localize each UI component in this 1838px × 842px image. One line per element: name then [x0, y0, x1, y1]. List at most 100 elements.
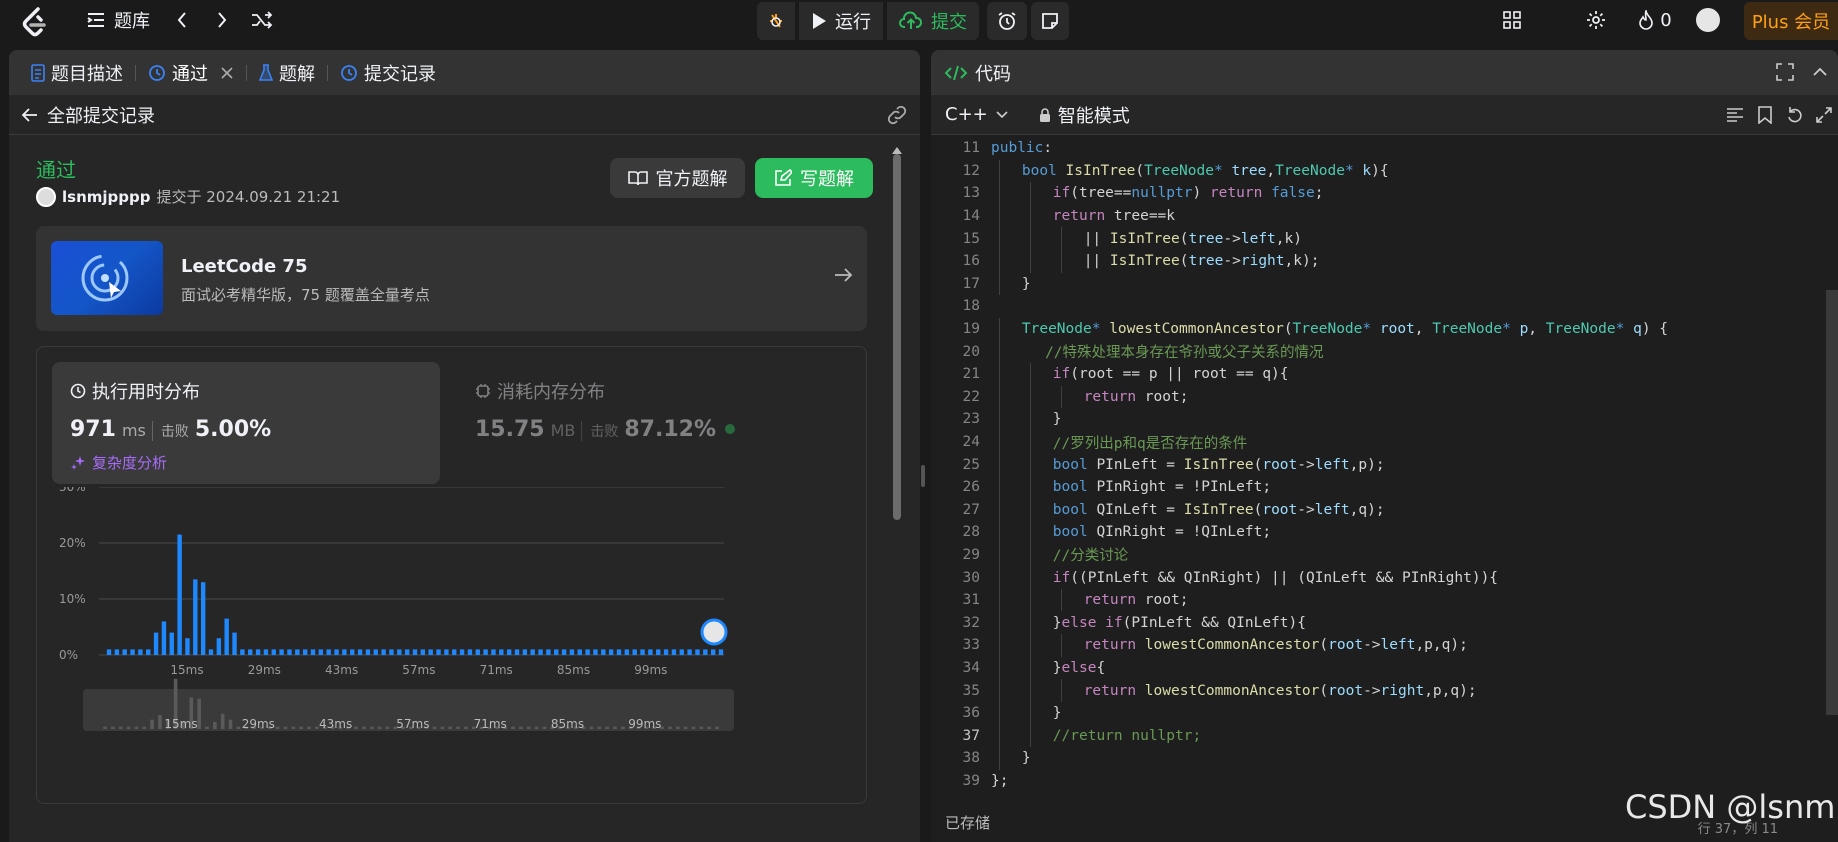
code-line[interactable]: 22 return root; — [931, 385, 1838, 409]
overview-bar — [213, 722, 217, 729]
code-line[interactable]: 26 bool PInRight = !PInLeft; — [931, 475, 1838, 499]
code-line[interactable]: 23} — [931, 408, 1838, 431]
runtime-beat-value: 5.00% — [194, 417, 272, 442]
next-problem-button[interactable] — [208, 2, 236, 38]
runtime-distribution-card[interactable]: 执行用时分布 971 ms 击败 5.00% 复杂度分析 — [52, 362, 440, 484]
reset-icon[interactable] — [1786, 106, 1804, 124]
code-line[interactable]: 32}else if(PInLeft && QInLeft){ — [931, 611, 1838, 635]
submit-label: 提交 — [931, 12, 967, 33]
chevron-up-icon[interactable] — [1812, 67, 1828, 77]
complexity-analysis-link[interactable]: 复杂度分析 — [70, 452, 167, 473]
tab-accepted[interactable]: 通过 — [140, 50, 242, 95]
code-line[interactable]: 11 public: — [931, 137, 1838, 160]
code-line[interactable]: 18 — [931, 295, 1838, 318]
code-line[interactable]: 31 return root; — [931, 588, 1838, 612]
leetcode-logo-icon[interactable] — [20, 6, 50, 42]
code-line[interactable]: 27 bool QInLeft = IsInTree(root->left,q); — [931, 498, 1838, 522]
code-line[interactable]: 35 return lowestCommonAncestor(root->righ… — [931, 679, 1838, 702]
code-line[interactable]: 30 if((PInLeft && QInRight) || (QInLeft &… — [931, 566, 1838, 589]
language-selector[interactable]: C++ — [945, 104, 1008, 125]
prev-problem-button[interactable] — [168, 2, 196, 38]
link-icon[interactable] — [886, 105, 908, 125]
overview-bar — [354, 726, 358, 729]
code-line[interactable]: 21 if(root == p || root == q){ — [931, 362, 1838, 386]
runtime-bar — [538, 649, 543, 655]
write-solution-button[interactable]: 写题解 — [755, 158, 873, 198]
random-problem-button[interactable] — [248, 2, 276, 38]
memory-beat-value: 87.12% — [624, 417, 717, 442]
settings-button[interactable] — [1582, 2, 1610, 38]
layout-button[interactable] — [1498, 2, 1526, 38]
official-solution-button[interactable]: 官方题解 — [610, 158, 745, 198]
submit-button[interactable]: 提交 — [887, 2, 979, 40]
x-tick-label: 15ms — [170, 663, 203, 677]
line-number: 37 — [962, 727, 980, 744]
close-icon[interactable] — [220, 66, 234, 80]
avatar[interactable] — [36, 186, 56, 207]
indent-guide — [1029, 701, 1031, 725]
editor-scrollbar[interactable] — [1826, 290, 1838, 715]
code-line[interactable]: 29 //分类讨论 — [931, 543, 1838, 567]
overview-bar — [228, 719, 233, 729]
code-token: ( — [1283, 321, 1293, 338]
streak-counter[interactable]: 0 — [1632, 2, 1678, 38]
smart-mode-toggle[interactable]: 智能模式 — [1038, 102, 1130, 128]
left-scrollbar[interactable] — [891, 140, 903, 840]
code-token: QInLeft = — [1096, 501, 1184, 518]
format-icon[interactable] — [1726, 107, 1744, 123]
overview-bar — [699, 726, 704, 729]
code-line[interactable]: 13 if(tree==nullptr) return false; — [931, 182, 1838, 205]
timer-button[interactable] — [987, 2, 1027, 40]
indent-guide — [999, 498, 1000, 522]
problem-bank-label: 题库 — [114, 11, 150, 32]
code-editor[interactable]: 11 public: 12 bool IsInTree(TreeNode* tree,… — [931, 137, 1838, 817]
code-line[interactable]: 38} — [931, 747, 1838, 770]
code-line[interactable]: 19 TreeNode* lowestCommonAncestor(TreeNod… — [931, 317, 1838, 341]
tab-description[interactable]: 题目描述 — [23, 50, 131, 95]
problem-bank-button[interactable]: 题库 — [78, 2, 158, 38]
code-text: //罗列出p和q是否存在的条件 — [1053, 432, 1247, 453]
run-button[interactable]: 运行 — [799, 2, 883, 40]
tab-solutions[interactable]: 题解 — [251, 50, 323, 95]
leetcode75-promo-card[interactable]: LeetCode 75 面试必考精华版，75 题覆盖全量考点 — [36, 226, 867, 331]
code-line[interactable]: 24 //罗列出p和q是否存在的条件 — [931, 430, 1838, 454]
notes-button[interactable] — [1031, 2, 1069, 40]
line-number: 38 — [962, 750, 980, 767]
code-line[interactable]: 17} — [931, 272, 1838, 296]
runtime-distribution-chart[interactable]: 30% 20% 10% 0% 15ms 29ms 43ms 57ms 71ms 85ms 99ms 1… — [37, 487, 868, 807]
plus-membership-button[interactable]: Plus 会员 — [1744, 2, 1838, 40]
code-text: //分类讨论 — [1053, 544, 1128, 565]
left-tab-bar: 题目描述 通过 题解 提交记录 — [9, 50, 920, 95]
debug-button[interactable] — [757, 2, 795, 40]
code-token: root — [1262, 501, 1298, 518]
code-line[interactable]: 15 || IsInTree(tree->left,k) — [931, 227, 1838, 250]
bookmark-icon[interactable] — [1758, 106, 1772, 124]
memory-distribution-card[interactable]: 消耗内存分布 15.75 MB 击败 87.12% — [457, 362, 845, 484]
code-line[interactable]: 28 bool QInRight = !QInLeft; — [931, 521, 1838, 544]
code-token: IsInTree — [1109, 230, 1180, 247]
code-line[interactable]: 25 bool PInLeft = IsInTree(root->left,p); — [931, 453, 1838, 476]
code-line[interactable]: 33 return lowestCommonAncestor(root->left… — [931, 634, 1838, 657]
code-token: IsInTree — [1109, 253, 1180, 270]
code-line[interactable]: 20 //特殊处理本身存在爷孙或父子关系的情况 — [931, 340, 1838, 363]
code-line[interactable]: 37 //return nullptr; — [931, 724, 1838, 748]
author-name[interactable]: lsnmjpppp — [62, 188, 150, 206]
flame-icon — [1639, 10, 1654, 30]
expand-icon[interactable] — [1816, 107, 1832, 123]
code-line[interactable]: 14 return tree==k — [931, 204, 1838, 228]
user-avatar-button[interactable] — [1694, 2, 1722, 38]
tab-submissions[interactable]: 提交记录 — [332, 50, 444, 95]
fullscreen-icon[interactable] — [1776, 63, 1794, 81]
panel-resize-handle[interactable] — [921, 465, 925, 487]
tab-accepted-label: 通过 — [172, 63, 208, 85]
code-line[interactable]: 16 || IsInTree(tree->right,k); — [931, 249, 1838, 273]
back-to-submissions[interactable]: 全部提交记录 — [9, 95, 920, 135]
code-line[interactable]: 34}else{ — [931, 656, 1838, 680]
code-line[interactable]: 36} — [931, 701, 1838, 725]
line-number: 30 — [962, 569, 980, 586]
code-token: } — [1052, 659, 1062, 676]
scrollbar-thumb[interactable] — [893, 154, 901, 520]
runtime-bar — [271, 649, 276, 655]
code-line[interactable]: 12 bool IsInTree(TreeNode* tree,TreeNode*… — [931, 159, 1838, 183]
code-text: return tree==k — [1053, 208, 1175, 224]
